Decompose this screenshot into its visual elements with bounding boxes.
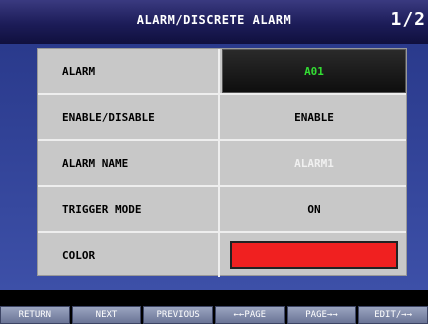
alarm-label: ALARM xyxy=(38,49,220,93)
return-button[interactable]: RETURN xyxy=(0,306,70,324)
enable-disable-value[interactable]: ENABLE xyxy=(222,95,406,139)
alarm-number-field[interactable]: A01 xyxy=(222,49,406,93)
bottom-toolbar: RETURN NEXT PREVIOUS ←←PAGE PAGE→→ EDIT/… xyxy=(0,306,428,324)
row-color: COLOR xyxy=(38,233,406,277)
color-value-cell xyxy=(222,233,406,277)
trigger-mode-label: TRIGGER MODE xyxy=(38,187,220,231)
trigger-mode-value[interactable]: ON xyxy=(222,187,406,231)
page-indicator: 1/2 xyxy=(390,9,426,30)
screen-title: ALARM/DISCRETE ALARM xyxy=(136,13,292,27)
enable-disable-label: ENABLE/DISABLE xyxy=(38,95,220,139)
row-alarm-name: ALARM NAME ALARM1 xyxy=(38,141,406,187)
edit-button[interactable]: EDIT/→→ xyxy=(358,306,428,324)
alarm-name-label: ALARM NAME xyxy=(38,141,220,185)
color-label: COLOR xyxy=(38,233,220,277)
page-prev-button[interactable]: ←←PAGE xyxy=(215,306,285,324)
alarm-settings-table: ALARM A01 ENABLE/DISABLE ENABLE ALARM NA… xyxy=(37,48,407,277)
title-bar: ALARM/DISCRETE ALARM 1/2 xyxy=(0,0,428,44)
settings-panel: ALARM A01 ENABLE/DISABLE ENABLE ALARM NA… xyxy=(0,44,428,290)
row-enable-disable: ENABLE/DISABLE ENABLE xyxy=(38,95,406,141)
page-next-button[interactable]: PAGE→→ xyxy=(286,306,357,324)
next-button[interactable]: NEXT xyxy=(71,306,142,324)
row-alarm: ALARM A01 xyxy=(38,49,406,95)
color-swatch[interactable] xyxy=(230,241,398,269)
alarm-name-value[interactable]: ALARM1 xyxy=(222,141,406,185)
previous-button[interactable]: PREVIOUS xyxy=(143,306,214,324)
row-trigger-mode: TRIGGER MODE ON xyxy=(38,187,406,233)
